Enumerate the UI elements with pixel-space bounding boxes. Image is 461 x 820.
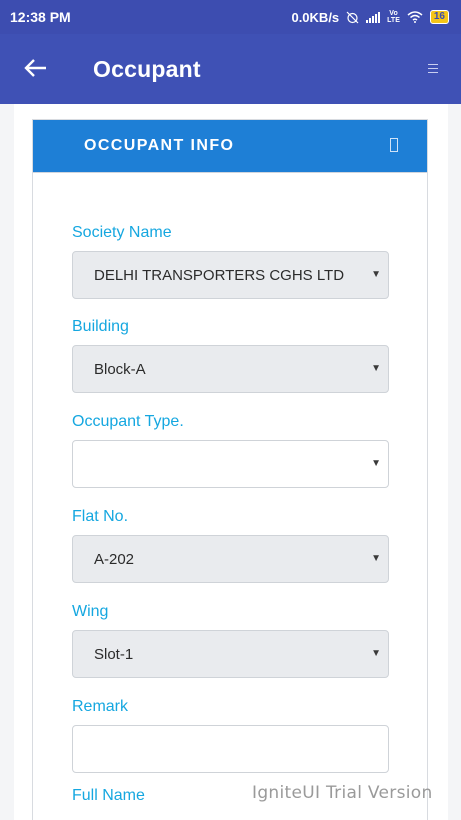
back-button[interactable] xyxy=(18,50,54,86)
trial-watermark: IgniteUI Trial Version xyxy=(252,783,433,803)
society-name-select[interactable]: DELHI TRANSPORTERS CGHS LTD ▼ xyxy=(72,251,389,299)
occupant-type-label: Occupant Type. xyxy=(72,413,184,430)
flat-no-select[interactable]: A-202 ▼ xyxy=(72,535,389,583)
card-title: OCCUPANT INFO xyxy=(84,137,235,154)
menu-button[interactable] xyxy=(423,58,443,78)
remark-label: Remark xyxy=(72,698,129,715)
occupant-type-select[interactable]: ▼ xyxy=(72,440,389,488)
arrow-left-icon xyxy=(24,59,46,77)
building-select[interactable]: Block-A ▼ xyxy=(72,345,389,393)
building-value: Block-A xyxy=(94,361,146,378)
status-bar: 12:38 PM 0.0KB/s Vo LTE 16 xyxy=(0,0,461,34)
dropdown-caret-icon: ▼ xyxy=(371,269,381,280)
remark-input[interactable] xyxy=(72,725,389,773)
app-bar: Occupant xyxy=(0,34,461,104)
status-time: 12:38 PM xyxy=(10,9,71,25)
status-icons: 0.0KB/s Vo LTE 16 xyxy=(291,10,449,25)
dropdown-caret-icon: ▼ xyxy=(371,553,381,564)
wing-value: Slot-1 xyxy=(94,646,134,663)
menu-icon xyxy=(428,63,438,65)
society-name-label: Society Name xyxy=(72,224,172,241)
flat-no-label: Flat No. xyxy=(72,508,129,525)
signal-icon xyxy=(366,11,381,23)
wifi-icon xyxy=(407,11,423,23)
wing-label: Wing xyxy=(72,603,109,620)
collapse-icon[interactable] xyxy=(390,138,398,152)
volte-icon: Vo LTE xyxy=(387,10,400,24)
full-name-label: Full Name xyxy=(72,787,145,804)
wing-select[interactable]: Slot-1 ▼ xyxy=(72,630,389,678)
dropdown-caret-icon: ▼ xyxy=(371,648,381,659)
page-title: Occupant xyxy=(93,56,201,82)
flat-no-value: A-202 xyxy=(94,551,135,568)
dropdown-caret-icon: ▼ xyxy=(371,363,381,374)
building-label: Building xyxy=(72,318,129,335)
society-name-value: DELHI TRANSPORTERS CGHS LTD xyxy=(94,267,345,284)
network-speed: 0.0KB/s xyxy=(291,9,340,25)
dropdown-caret-icon: ▼ xyxy=(371,458,381,469)
alarm-off-icon xyxy=(346,11,359,23)
card-header: OCCUPANT INFO xyxy=(33,120,427,173)
battery-icon: 16 xyxy=(429,10,449,24)
